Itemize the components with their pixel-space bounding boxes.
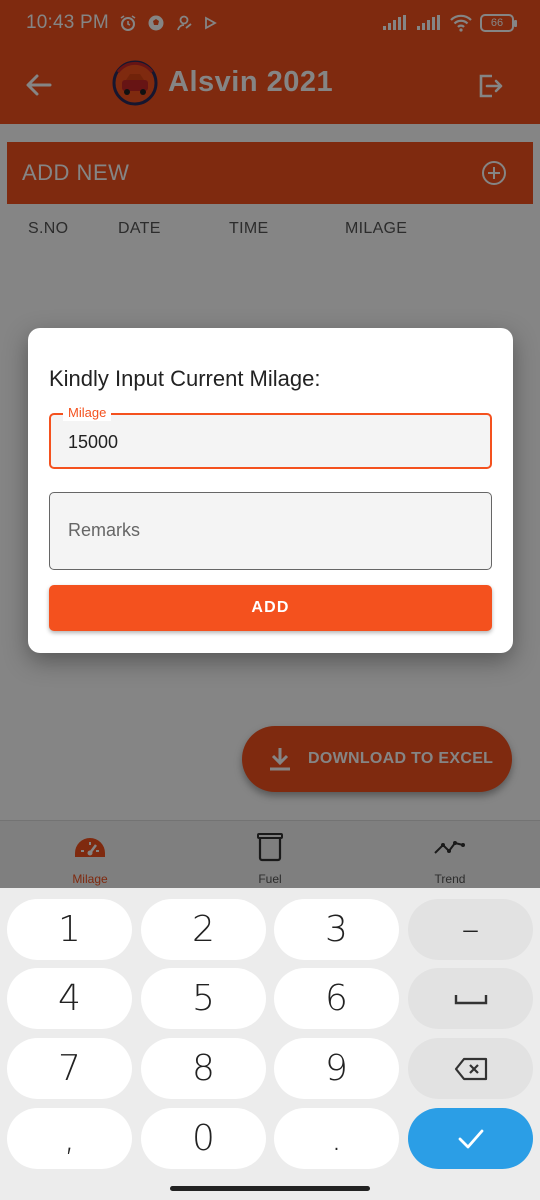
milage-input-dialog: Kindly Input Current Milage: Milage 1500… xyxy=(28,328,513,653)
key-3[interactable]: 3 xyxy=(274,899,399,960)
key-period[interactable]: . xyxy=(274,1108,399,1169)
key-space[interactable] xyxy=(408,968,533,1029)
milage-field-label: Milage xyxy=(63,405,112,421)
key-enter[interactable] xyxy=(408,1108,533,1169)
dialog-title: Kindly Input Current Milage: xyxy=(49,366,321,391)
key-8[interactable]: 8 xyxy=(141,1038,266,1099)
screen: 10:43 PM 66 Alsvin 2021 ADD NEW S.NO DAT… xyxy=(0,0,540,1200)
remarks-input[interactable] xyxy=(68,520,468,541)
key-4[interactable]: 4 xyxy=(7,968,132,1029)
key-6[interactable]: 6 xyxy=(274,968,399,1029)
gesture-handle[interactable] xyxy=(170,1186,370,1191)
key-9[interactable]: 9 xyxy=(274,1038,399,1099)
key-1[interactable]: 1 xyxy=(7,899,132,960)
remarks-field[interactable] xyxy=(49,492,492,570)
milage-field[interactable]: Milage 15000 xyxy=(49,405,492,469)
key-minus[interactable]: – xyxy=(408,899,533,960)
checkmark-icon xyxy=(458,1129,483,1148)
key-2[interactable]: 2 xyxy=(141,899,266,960)
key-backspace[interactable] xyxy=(408,1038,533,1099)
backspace-icon xyxy=(454,1057,487,1080)
key-7[interactable]: 7 xyxy=(7,1038,132,1099)
add-button[interactable]: ADD xyxy=(49,585,492,631)
key-5[interactable]: 5 xyxy=(141,968,266,1029)
numeric-keyboard: 1 2 3 – 4 5 6 7 8 9 , 0 . xyxy=(0,888,540,1200)
key-comma[interactable]: , xyxy=(7,1108,132,1169)
key-0[interactable]: 0 xyxy=(141,1108,266,1169)
milage-field-value[interactable]: 15000 xyxy=(68,432,118,453)
space-icon xyxy=(454,994,487,1004)
